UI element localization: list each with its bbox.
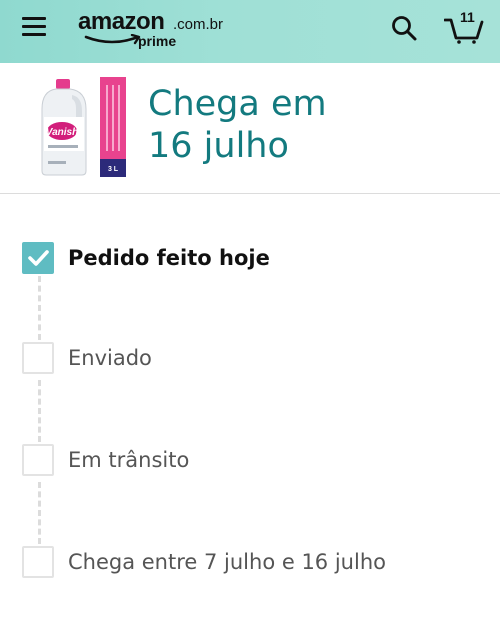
step-label: Pedido feito hoje: [68, 246, 270, 270]
step-label: Em trânsito: [68, 448, 190, 472]
step-label: Enviado: [68, 346, 152, 370]
step-checkbox: [22, 444, 54, 476]
svg-text:3 L: 3 L: [108, 166, 119, 173]
step-checkbox: [22, 342, 54, 374]
search-icon: [392, 16, 417, 41]
tracker-step-arrives: Chega entre 7 julho e 16 julho: [22, 546, 482, 580]
cart-button[interactable]: 11: [444, 9, 484, 44]
arrival-date-heading: Chega em 16 julho: [148, 83, 327, 167]
tracker-connector: [38, 276, 41, 340]
tracker-step-in-transit: Em trânsito: [22, 444, 482, 478]
tracker-step-ordered: Pedido feito hoje: [22, 242, 482, 276]
logo-prime: prime: [138, 33, 177, 49]
product-image[interactable]: Vanish 3 L: [36, 75, 128, 179]
step-checkbox: [22, 546, 54, 578]
cart-count-badge: 11: [460, 9, 475, 25]
amazon-logo[interactable]: amazon .com.br prime: [78, 8, 228, 49]
arrival-line-2: 16 julho: [148, 126, 289, 166]
logo-wordmark: amazon: [78, 8, 165, 35]
menu-icon-bar: [22, 25, 46, 28]
shipment-tracker: Pedido feito hoje Enviado Em trânsito Ch…: [0, 194, 500, 619]
menu-button[interactable]: [22, 15, 50, 39]
logo-domain: .com.br: [173, 16, 224, 33]
step-label: Chega entre 7 julho e 16 julho: [68, 550, 386, 574]
menu-icon-bar: [22, 17, 46, 20]
tracker-connector: [38, 482, 41, 544]
smile-arrow-icon: [84, 34, 141, 45]
tracker-step-shipped: Enviado: [22, 342, 482, 376]
tracker-connector: [38, 380, 41, 442]
delivery-summary: Vanish 3 L Chega em 16 julho: [0, 63, 500, 194]
checkmark-icon: [28, 250, 49, 266]
menu-icon-bar: [22, 33, 46, 36]
product-brand-logo: Vanish: [46, 127, 78, 138]
product-bottle-illustration: Vanish 3 L: [41, 77, 126, 177]
search-button[interactable]: [390, 14, 418, 42]
arrival-line-1: Chega em: [148, 84, 327, 124]
step-checkbox: [22, 242, 54, 274]
top-bar: amazon .com.br prime 11: [0, 0, 500, 63]
